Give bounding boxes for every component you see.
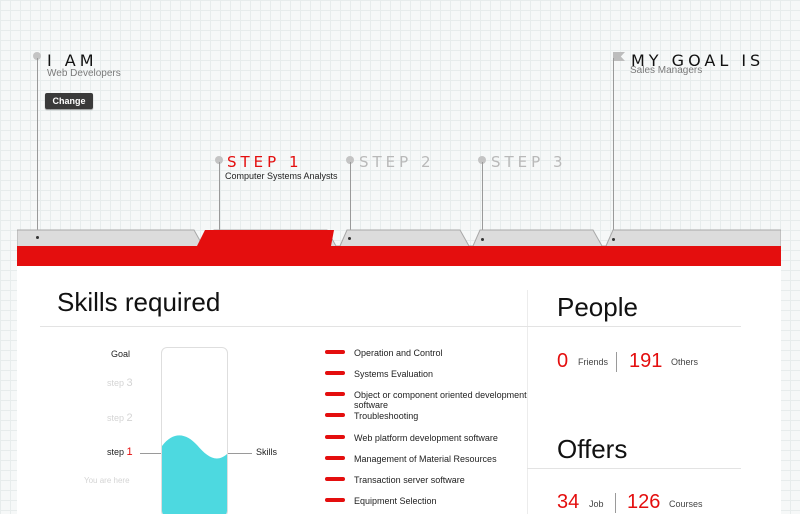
level-step-1-line [140,453,161,454]
level-step-1: step 1 [107,446,133,458]
skills-divider [40,326,528,327]
skill-dash [325,413,345,417]
others-count[interactable]: 191 [629,350,662,373]
skill-item[interactable]: Web platform development software [354,433,498,443]
step-1-role: Computer Systems Analysts [225,171,338,181]
offers-title: Offers [557,434,628,464]
tab-dot-goal [612,238,615,241]
goal-marker-line [613,58,614,238]
skill-dash [325,392,345,396]
job-label[interactable]: Job [589,499,604,509]
skill-item[interactable]: Troubleshooting [354,411,418,421]
step-2-marker-line [350,162,351,236]
step-2-label[interactable]: STEP 2 [359,153,435,171]
skill-dash [325,498,345,502]
level-step-3: step 3 [107,377,133,389]
offers-divider [527,468,741,469]
gauge-skills-line [228,453,252,454]
progress-red-bar [17,246,781,266]
step-1-marker-line [219,162,220,234]
step-1-active-tab[interactable] [196,228,336,248]
path-tab-strip [17,229,781,248]
step-3-marker-line [482,162,483,238]
friends-count[interactable]: 0 [557,350,568,373]
skills-gauge [161,347,228,514]
goal-role: Sales Managers [630,65,703,76]
i-am-role: Web Developers [47,68,121,79]
i-am-marker-line [37,58,38,236]
skills-gauge-fill [162,435,227,514]
skill-dash [325,435,345,439]
goal-flag-icon [613,52,625,61]
skill-item[interactable]: Operation and Control [354,348,443,358]
people-divider [527,326,741,327]
skill-item[interactable]: Object or component oriented development… [354,390,530,410]
level-goal: Goal [111,349,131,359]
skill-item[interactable]: Transaction server software [354,475,465,485]
people-title: People [557,292,638,322]
step-3-label[interactable]: STEP 3 [491,153,567,171]
people-separator [616,352,617,372]
gauge-skills-label: Skills [256,447,278,457]
level-step-2: step 2 [107,412,133,424]
tab-dot-i-am [36,236,39,239]
skill-dash [325,477,345,481]
tab-dot-step-3 [481,238,484,241]
offers-separator [615,493,616,513]
skills-title: Skills required [57,287,221,317]
skill-dash [325,350,345,354]
others-label[interactable]: Others [671,357,698,367]
step-1-label[interactable]: STEP 1 [227,153,303,171]
friends-label[interactable]: Friends [578,357,608,367]
change-button[interactable]: Change [45,93,93,109]
skill-item[interactable]: Equipment Selection [354,496,437,506]
skill-item[interactable]: Management of Material Resources [354,454,497,464]
tab-dot-step-2 [348,237,351,240]
skill-item[interactable]: Systems Evaluation [354,369,433,379]
level-you-are-here: You are here [84,476,130,485]
courses-count[interactable]: 126 [627,491,660,514]
job-count[interactable]: 34 [557,491,579,514]
skill-dash [325,456,345,460]
skill-dash [325,371,345,375]
courses-label[interactable]: Courses [669,499,703,509]
